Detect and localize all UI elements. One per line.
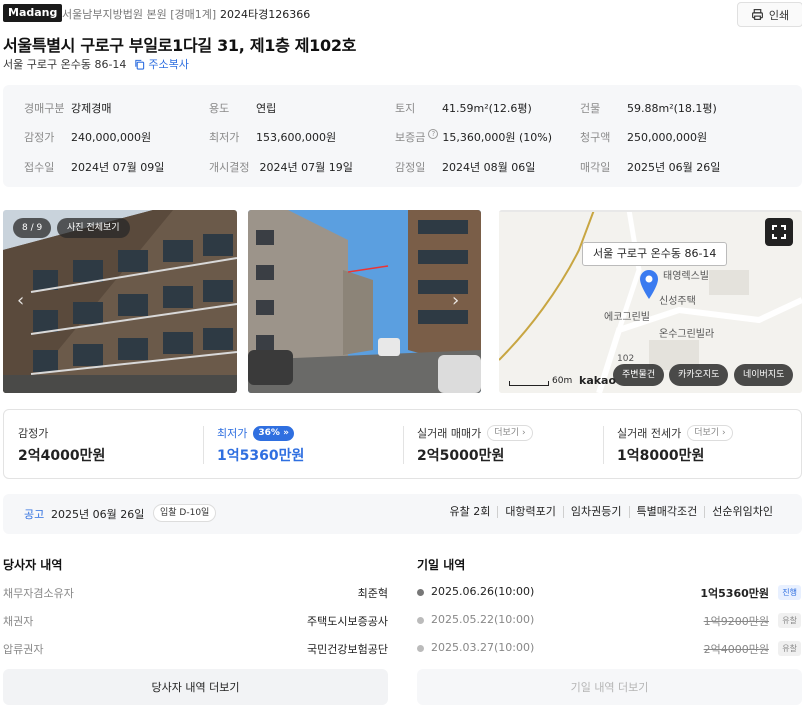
- parties-title: 당사자 내역: [3, 558, 63, 572]
- property-photo-2[interactable]: ›: [248, 210, 481, 393]
- status-badge: 유찰: [778, 641, 801, 656]
- copy-address-label: 주소복사: [148, 58, 189, 71]
- header: Madang 서울남부지방법원 본원 [경매1계] 2024타경126366 인…: [0, 0, 802, 30]
- info-claim: 청구액 250,000,000원: [580, 131, 708, 144]
- location-map[interactable]: 서울 구로구 온수동 86-14 태영렉스빌 신성주택 에코그린빌 온수그린빌라…: [499, 210, 802, 393]
- status-badge: 진행: [778, 585, 801, 600]
- notice-bar: 공고 2025년 06월 26일 입찰 D-10일 유찰 2회 대항력포기 임차…: [3, 494, 802, 534]
- info-commencement: 개시결정 2024년 07월 19일: [209, 161, 353, 174]
- map-place-4: 온수그린빌라: [659, 329, 715, 340]
- nearby-items-button[interactable]: 주변물건: [613, 364, 665, 386]
- print-label: 인쇄: [768, 8, 790, 22]
- chevron-right-icon[interactable]: ›: [452, 290, 459, 311]
- price-minimum: 최저가 36% » 1억5360만원: [217, 425, 305, 464]
- history-row: 2025.05.22(10:00) 1억9200만원 유찰: [417, 613, 802, 629]
- price-actual-sale: 실거래 매매가 더보기 › 2억5000만원: [403, 410, 603, 478]
- status-badge: 유찰: [778, 613, 801, 628]
- map-expand-button[interactable]: [765, 218, 793, 246]
- brand-logo[interactable]: Madang: [3, 4, 63, 22]
- lot-address: 서울 구로구 온수동 86-14: [3, 58, 127, 71]
- history-row: 2025.03.27(10:00) 2억4000만원 유찰: [417, 641, 802, 657]
- dday-badge: 입찰 D-10일: [153, 504, 217, 522]
- case-number: 2024타경126366: [220, 8, 311, 21]
- copy-address-button[interactable]: 주소복사: [134, 56, 189, 72]
- history-more-button[interactable]: 기일 내역 더보기: [417, 669, 802, 705]
- court-name: 서울남부지방법원 본원 [경매1계]: [62, 8, 217, 21]
- parties-more-button[interactable]: 당사자 내역 더보기: [3, 669, 388, 705]
- expand-icon: [772, 225, 786, 239]
- info-appraisal-date: 감정일 2024년 08월 06일: [395, 161, 536, 174]
- chevron-right-icon: ›: [721, 428, 726, 438]
- printer-icon: [751, 9, 763, 20]
- price-appraisal: 감정가 2억4000만원: [18, 427, 106, 464]
- history-row: 2025.06.26(10:00) 1억5360만원 진행: [417, 585, 802, 601]
- map-place-5: 102: [617, 354, 635, 364]
- map-address-label: 서울 구로구 온수동 86-14: [582, 242, 728, 266]
- kakao-logo: kakao: [579, 374, 617, 387]
- info-land: 토지 41.59m²(12.6평): [395, 102, 532, 115]
- info-building: 건물 59.88m²(18.1평): [580, 102, 717, 115]
- tag-failed-count: 유찰 2회: [449, 505, 491, 518]
- property-photo-1[interactable]: 8 / 9 사진 전체보기 ‹: [3, 210, 237, 393]
- sale-more-button[interactable]: 더보기 ›: [487, 425, 533, 441]
- notice-date: 2025년 06월 26일: [51, 508, 145, 521]
- kakao-map-button[interactable]: 카카오지도: [669, 364, 729, 386]
- info-auction-type: 경매구분 강제경매: [24, 102, 112, 115]
- price-actual-jeonse: 실거래 전세가 더보기 › 1억8000만원: [603, 410, 801, 478]
- map-place-2: 신성주택: [659, 296, 696, 307]
- min-price-percent-badge[interactable]: 36% »: [253, 425, 294, 441]
- map-place-1: 태영렉스빌: [663, 271, 709, 282]
- info-deposit: 보증금? 15,360,000원 (10%): [395, 129, 553, 144]
- info-usage: 용도 연립: [209, 102, 277, 115]
- jeonse-more-button[interactable]: 더보기 ›: [687, 425, 733, 441]
- party-row: 압류권자 국민건강보험공단: [3, 643, 388, 656]
- lot-address-row: 서울 구로구 온수동 86-14 주소복사: [3, 56, 189, 72]
- copy-icon: [135, 59, 145, 70]
- info-sale-date: 매각일 2025년 06월 26일: [580, 161, 721, 174]
- tag-lease-registration: 임차권등기: [562, 506, 629, 518]
- chevron-left-icon[interactable]: ‹: [17, 290, 24, 311]
- info-received: 접수일 2024년 07월 09일: [24, 161, 165, 174]
- photo-counter: 8 / 9: [13, 218, 52, 238]
- history-title: 기일 내역: [417, 558, 466, 572]
- print-button[interactable]: 인쇄: [737, 2, 802, 27]
- help-icon[interactable]: ?: [428, 129, 439, 139]
- naver-map-button[interactable]: 네이버지도: [734, 364, 794, 386]
- double-chevron-down-icon: »: [283, 427, 289, 438]
- party-row: 채무자겸소유자 최준혁: [3, 587, 388, 600]
- view-all-photos-button[interactable]: 사진 전체보기: [57, 218, 130, 238]
- chevron-right-icon: ›: [521, 428, 526, 438]
- tag-waiver: 대항력포기: [497, 506, 563, 518]
- map-pin-icon: [640, 270, 658, 299]
- tag-senior-tenant: 선순위임차인: [704, 506, 780, 518]
- notice-label: 공고: [24, 508, 45, 521]
- property-info-grid: 경매구분 강제경매 용도 연립 토지 41.59m²(12.6평) 건물 59.88m²…: [3, 85, 802, 187]
- party-row: 채권자 주택도시보증공사: [3, 615, 388, 628]
- info-min-price: 최저가 153,600,000원: [209, 131, 337, 144]
- info-appraisal: 감정가 240,000,000원: [24, 131, 152, 144]
- map-place-3: 에코그린빌: [604, 312, 650, 323]
- price-summary: 감정가 2억4000만원 최저가 36% » 1억5360만원 실거래 매매가 더보…: [3, 409, 802, 479]
- map-scale: 60m: [509, 376, 572, 386]
- street-photo-image: [248, 210, 481, 393]
- tag-special-conditions: 특별매각조건: [628, 506, 705, 518]
- notice-tags: 유찰 2회 대항력포기 임차권등기 특별매각조건 선순위임차인: [442, 506, 780, 518]
- property-title: 서울특별시 구로구 부일로1다길 31, 제1층 제102호: [3, 36, 357, 55]
